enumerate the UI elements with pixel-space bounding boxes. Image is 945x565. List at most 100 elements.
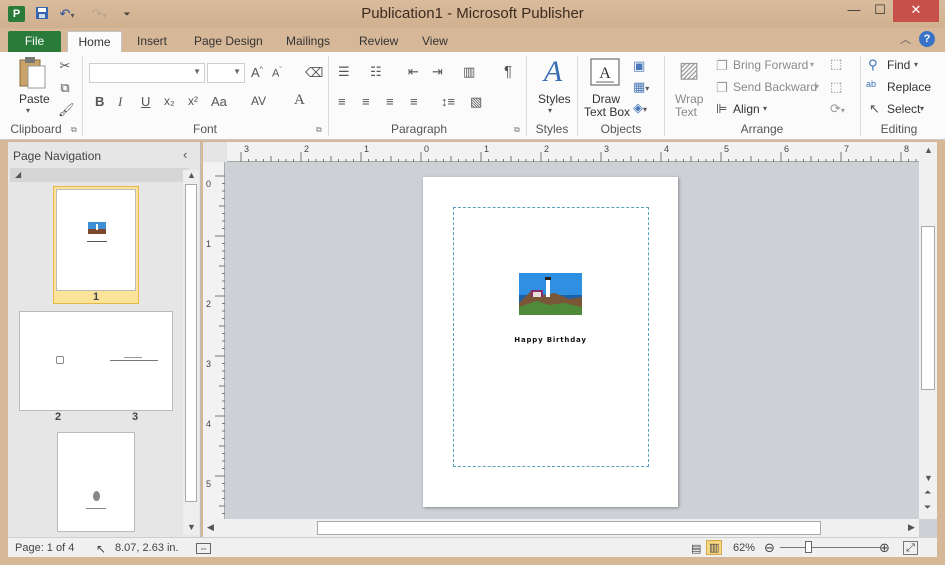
wrap-text-label-1[interactable]: Wrap — [675, 92, 703, 106]
subscript-button[interactable]: x₂ — [164, 94, 175, 108]
wrap-text-icon[interactable]: ▨ — [676, 57, 702, 87]
styles-button[interactable]: Styles — [538, 92, 571, 106]
paste-button[interactable]: Paste — [19, 92, 50, 106]
paragraph-launcher-icon[interactable]: ⧉ — [514, 125, 520, 135]
tab-mailings[interactable]: Mailings — [280, 31, 336, 52]
replace-icon[interactable]: ab — [866, 79, 876, 89]
send-backward-button[interactable]: Send Backward — [733, 80, 817, 94]
tab-insert[interactable]: Insert — [131, 31, 173, 52]
scroll-right-icon[interactable]: ▶ — [908, 522, 915, 533]
draw-text-box-icon[interactable]: A — [590, 58, 620, 88]
replace-button[interactable]: Replace — [887, 80, 931, 94]
send-backward-dropdown-icon[interactable]: ▾ — [815, 82, 819, 91]
next-page-icon[interactable]: ⏷ — [924, 502, 931, 513]
bullets-icon[interactable]: ☰ — [338, 64, 350, 80]
minimize-icon[interactable]: — — [842, 0, 866, 22]
zoom-in-icon[interactable]: ⊕ — [879, 540, 890, 556]
format-painter-icon[interactable]: 🖌 — [58, 102, 75, 118]
character-spacing-icon[interactable]: AV — [251, 94, 266, 108]
page-4-thumbnail[interactable] — [57, 432, 135, 532]
columns-icon[interactable]: ▥ — [463, 64, 475, 80]
bring-forward-icon[interactable]: ❐ — [716, 58, 728, 74]
align-button[interactable]: Align — [733, 102, 760, 116]
font-name-combo[interactable]: ▼ — [89, 63, 205, 83]
close-icon[interactable]: ✕ — [893, 0, 939, 22]
nav-scroll-up-icon[interactable]: ▲ — [187, 170, 196, 180]
select-icon[interactable]: ↖ — [869, 101, 880, 117]
scroll-up-icon[interactable]: ▲ — [924, 145, 933, 155]
vertical-scroll-thumb[interactable] — [921, 226, 935, 390]
bring-forward-button[interactable]: Bring Forward — [733, 58, 808, 72]
previous-page-icon[interactable]: ⏶ — [924, 487, 931, 498]
zoom-out-icon[interactable]: ⊖ — [764, 540, 775, 556]
collapse-navigation-icon[interactable]: ‹ — [183, 147, 187, 162]
underline-button[interactable]: U — [141, 94, 150, 109]
tab-review[interactable]: Review — [353, 31, 404, 52]
zoom-level[interactable]: 62% — [733, 542, 755, 554]
align-center-icon[interactable]: ≡ — [362, 94, 370, 109]
cut-icon[interactable]: ✂ — [58, 58, 72, 74]
clear-formatting-icon[interactable]: ⌫ — [305, 65, 323, 81]
show-formatting-button[interactable]: ¶ — [504, 63, 512, 80]
happy-birthday-text[interactable]: Happy Birthday — [483, 336, 618, 344]
document-page[interactable]: Happy Birthday — [423, 177, 678, 507]
align-right-icon[interactable]: ≡ — [386, 94, 394, 109]
italic-button[interactable]: I — [118, 94, 122, 110]
styles-dropdown-icon[interactable]: ▾ — [548, 106, 552, 115]
find-dropdown-icon[interactable]: ▾ — [914, 60, 918, 69]
page-count-status[interactable]: Page: 1 of 4 — [15, 542, 74, 554]
change-case-button[interactable]: Aa — [211, 94, 227, 109]
nav-scroll-down-icon[interactable]: ▼ — [187, 522, 196, 532]
navigation-scroll-thumb[interactable] — [185, 184, 197, 502]
select-dropdown-icon[interactable]: ▾ — [920, 104, 924, 113]
send-backward-icon[interactable]: ❐ — [716, 80, 728, 96]
justify-icon[interactable]: ≡ — [410, 94, 418, 109]
rotate-icon[interactable]: ⟳▾ — [830, 101, 845, 117]
horizontal-scroll-thumb[interactable] — [317, 521, 821, 535]
paste-icon[interactable] — [18, 56, 50, 92]
grow-font-icon[interactable]: A^ — [251, 65, 263, 80]
font-color-icon[interactable]: A — [294, 92, 305, 109]
help-icon[interactable]: ? — [919, 31, 935, 47]
ungroup-objects-icon[interactable]: ⬚ — [830, 79, 842, 95]
picture-icon[interactable]: ▣ — [633, 58, 645, 74]
draw-text-box-label-1[interactable]: Draw — [592, 92, 620, 106]
zoom-slider-knob[interactable] — [805, 541, 812, 553]
styles-icon[interactable]: A — [536, 55, 570, 89]
bring-forward-dropdown-icon[interactable]: ▾ — [810, 60, 814, 69]
bold-button[interactable]: B — [95, 94, 104, 109]
align-dropdown-icon[interactable]: ▾ — [763, 104, 767, 113]
align-objects-icon[interactable]: ⊫ — [716, 101, 727, 117]
increase-indent-icon[interactable]: ⇥ — [432, 64, 443, 80]
pages-2-3-thumbnail[interactable] — [19, 311, 173, 411]
scroll-down-icon[interactable]: ▼ — [924, 473, 933, 483]
collapse-ribbon-icon[interactable]: ︿ — [900, 31, 911, 47]
numbering-icon[interactable]: ☷ — [370, 64, 382, 80]
vertical-ruler[interactable]: 0 1 2 3 4 5 — [203, 162, 225, 519]
shapes-icon[interactable]: ◈▾ — [633, 100, 647, 116]
paste-dropdown-icon[interactable]: ▾ — [26, 106, 30, 115]
table-icon[interactable]: ▦▾ — [633, 79, 649, 95]
superscript-button[interactable]: x² — [188, 94, 198, 108]
shrink-font-icon[interactable]: Aˇ — [272, 67, 282, 80]
find-icon[interactable]: ⚲ — [868, 57, 878, 73]
single-page-view-icon[interactable]: ▤ — [691, 542, 701, 555]
page-1-thumbnail[interactable] — [56, 189, 136, 291]
select-button[interactable]: Select — [887, 102, 920, 116]
horizontal-scrollbar[interactable]: ◀ ▶ — [203, 519, 919, 537]
section-collapse-icon[interactable]: ◢ — [10, 168, 189, 182]
font-size-combo[interactable]: ▼ — [207, 63, 245, 83]
tab-view[interactable]: View — [416, 31, 454, 52]
clipboard-launcher-icon[interactable]: ⧉ — [71, 125, 77, 135]
copy-icon[interactable]: ⧉ — [58, 80, 72, 96]
tab-file[interactable]: File — [8, 31, 61, 52]
font-launcher-icon[interactable]: ⧉ — [316, 125, 322, 135]
fit-page-icon[interactable]: ⤢ — [903, 541, 918, 555]
navigation-scrollbar[interactable]: ▲ ▼ — [183, 170, 199, 535]
tab-home[interactable]: Home — [67, 31, 122, 52]
decrease-indent-icon[interactable]: ⇤ — [408, 64, 419, 80]
align-left-icon[interactable]: ≡ — [338, 94, 346, 109]
maximize-icon[interactable]: ☐ — [868, 0, 892, 22]
tab-page-design[interactable]: Page Design — [188, 31, 269, 52]
zoom-slider-track[interactable] — [780, 547, 880, 548]
